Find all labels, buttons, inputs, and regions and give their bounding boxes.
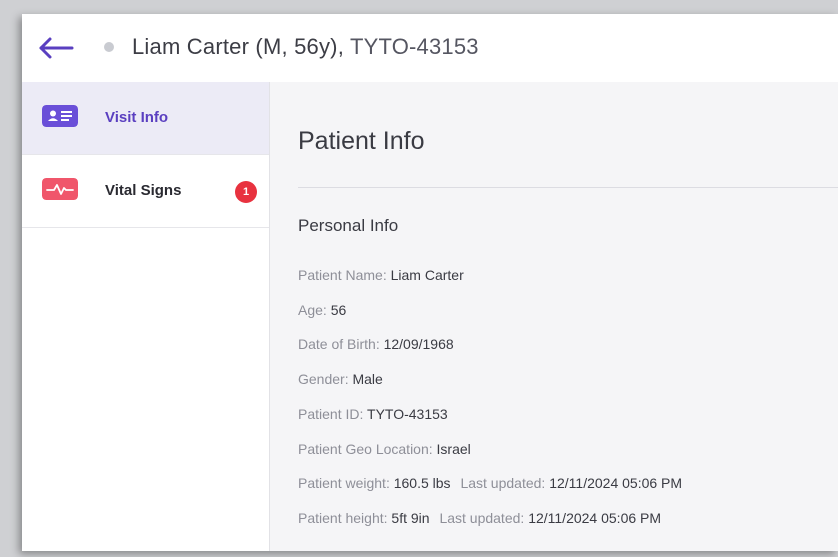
patient-header-title: Liam Carter (M, 56y), TYTO-43153 (132, 34, 479, 60)
field-geo-location: Patient Geo Location: Israel (298, 441, 471, 457)
sidebar-item-label: Visit Info (105, 109, 169, 126)
field-age: Age: 56 (298, 302, 346, 318)
field-value: 12/09/1968 (383, 336, 454, 352)
patient-id-header: TYTO-43153 (349, 34, 479, 59)
field-value: 56 (330, 302, 347, 318)
field-gender: Gender: Male (298, 371, 383, 387)
last-updated-label: Last updated: (460, 475, 546, 491)
last-updated-label: Last updated: (439, 510, 525, 526)
app-window: Liam Carter (M, 56y), TYTO-43153 Visit I… (22, 14, 838, 551)
field-label: Gender: (298, 371, 349, 387)
field-date-of-birth: Date of Birth: 12/09/1968 (298, 336, 454, 352)
section-heading: Personal Info (298, 216, 399, 235)
field-label: Patient weight: (298, 475, 390, 491)
arrow-left-icon[interactable] (38, 36, 74, 60)
field-patient-id: Patient ID: TYTO-43153 (298, 406, 448, 422)
last-updated-value: 12/11/2024 05:06 PM (549, 475, 683, 491)
field-label: Patient height: (298, 510, 388, 526)
field-height: Patient height: 5ft 9in Last updated: 12… (298, 510, 661, 526)
field-value: Male (352, 371, 383, 387)
field-patient-name: Patient Name: Liam Carter (298, 267, 464, 283)
main-content: Patient Info Personal Info Patient Name:… (270, 82, 838, 551)
field-value: Israel (436, 441, 471, 457)
header-separator: , (337, 34, 345, 59)
sidebar-item-visit-info[interactable]: Visit Info (22, 82, 269, 155)
header-bar: Liam Carter (M, 56y), TYTO-43153 (22, 14, 838, 83)
heart-pulse-icon (42, 178, 78, 200)
field-value: 5ft 9in (391, 510, 430, 526)
field-label: Patient ID: (298, 406, 364, 422)
sidebar: Visit Info Vital Signs 1 (22, 82, 270, 551)
field-label: Patient Name: (298, 267, 387, 283)
field-label: Date of Birth: (298, 336, 380, 352)
sidebar-item-vital-signs[interactable]: Vital Signs 1 (22, 155, 269, 228)
patient-name-age: Liam Carter (M, 56y) (132, 34, 338, 59)
field-label: Age: (298, 302, 327, 318)
notification-badge: 1 (235, 181, 257, 203)
id-card-icon (42, 105, 78, 127)
field-value: TYTO-43153 (367, 406, 448, 422)
field-value: 160.5 lbs (393, 475, 451, 491)
field-weight: Patient weight: 160.5 lbs Last updated: … (298, 475, 682, 491)
divider (298, 187, 838, 188)
field-label: Patient Geo Location: (298, 441, 433, 457)
page-title: Patient Info (298, 127, 425, 155)
last-updated-value: 12/11/2024 05:06 PM (528, 510, 662, 526)
status-dot (104, 42, 114, 52)
field-value: Liam Carter (390, 267, 464, 283)
sidebar-item-label: Vital Signs (105, 182, 182, 199)
